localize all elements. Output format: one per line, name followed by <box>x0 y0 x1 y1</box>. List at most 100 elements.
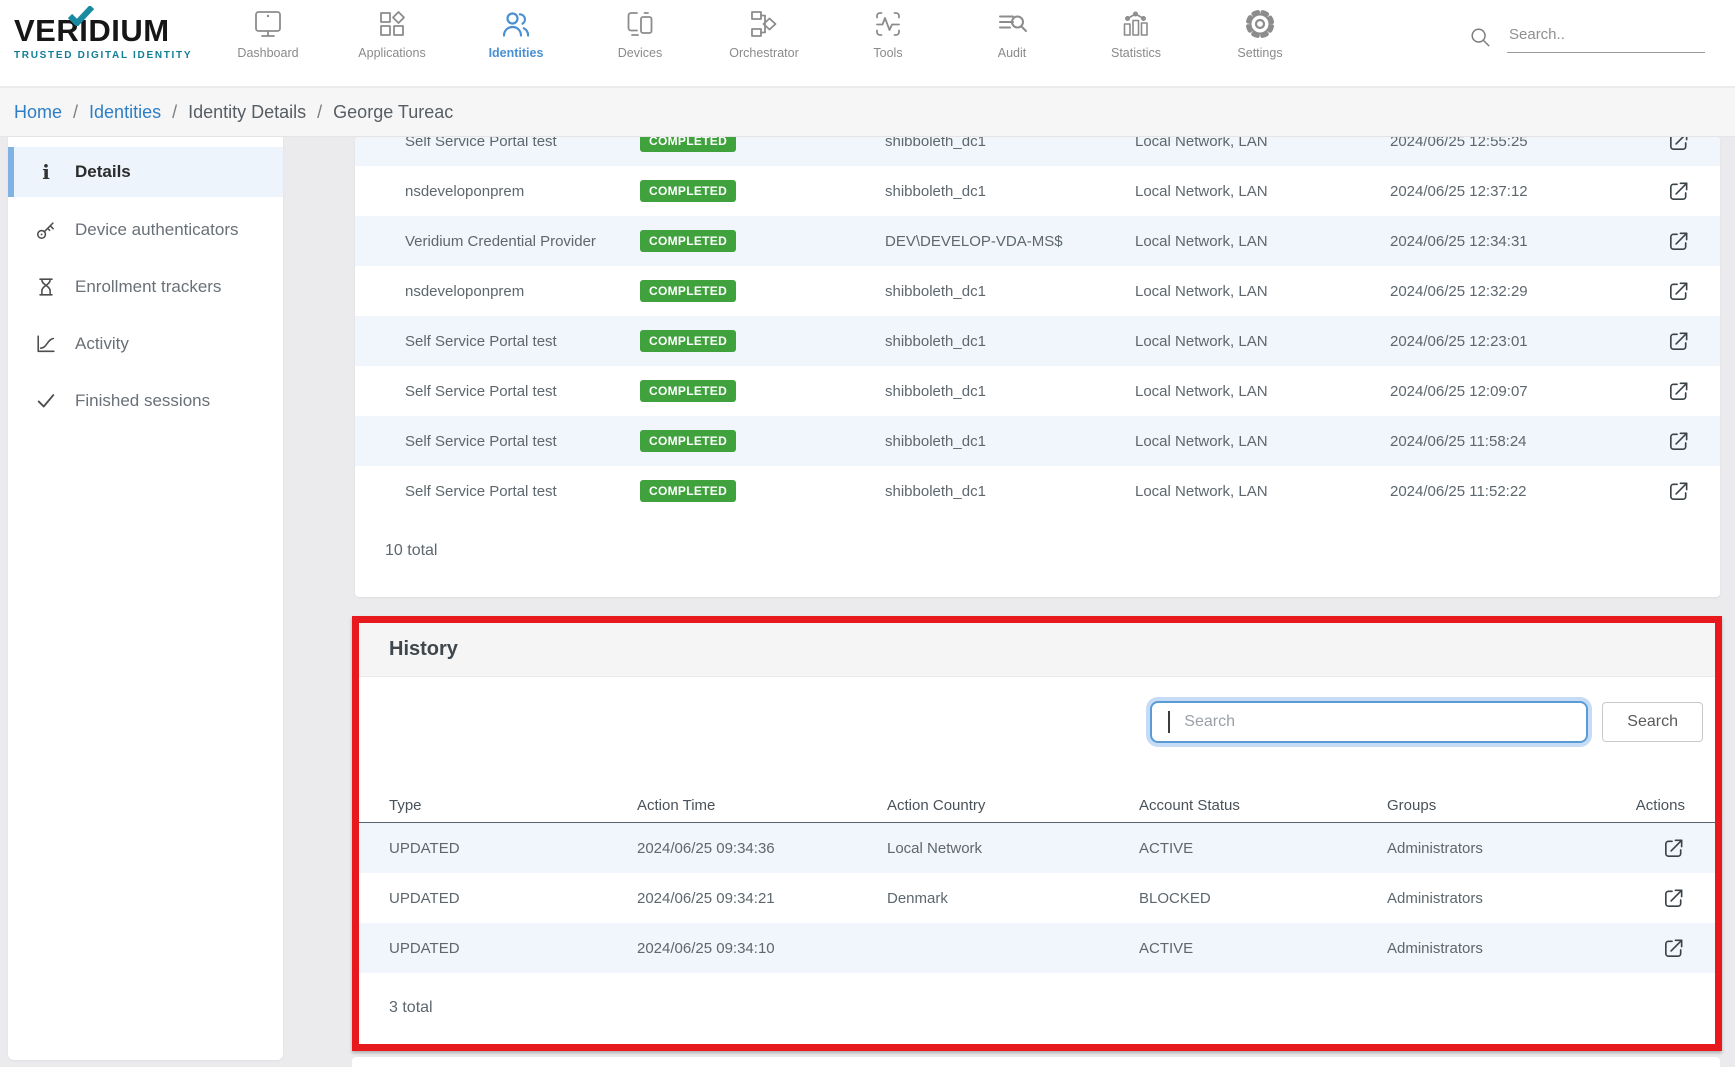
history-table: TypeAction TimeAction CountryAccount Sta… <box>359 789 1715 973</box>
status-badge: COMPLETED <box>640 230 736 252</box>
status-badge: COMPLETED <box>640 380 736 402</box>
history-column-action-time: Action Time <box>637 797 887 814</box>
history-account-status: ACTIVE <box>1139 840 1387 857</box>
devices-icon <box>624 7 656 41</box>
launch-icon[interactable] <box>1667 430 1690 453</box>
breadcrumb-item-home[interactable]: Home <box>14 102 62 123</box>
breadcrumb: Home/Identities/Identity Details/George … <box>0 88 1735 137</box>
tools-icon <box>872 7 904 41</box>
session-name: Veridium Credential Provider <box>405 233 640 250</box>
session-location: Local Network, LAN <box>1135 433 1390 450</box>
session-time: 2024/06/25 12:23:01 <box>1390 333 1656 350</box>
history-column-account-status: Account Status <box>1139 797 1387 814</box>
session-location: Local Network, LAN <box>1135 137 1390 150</box>
session-row: Self Service Portal test COMPLETED shibb… <box>355 137 1720 166</box>
nav-item-label: Applications <box>358 46 425 60</box>
sidebar-item-device-authenticators[interactable]: Device authenticators <box>8 201 283 258</box>
session-server: shibboleth_dc1 <box>885 383 1135 400</box>
session-name: Self Service Portal test <box>405 137 640 150</box>
session-status-cell: COMPLETED <box>640 180 885 202</box>
nav-item-tools[interactable]: Tools <box>826 7 950 60</box>
nav-item-audit[interactable]: Audit <box>950 7 1074 60</box>
sidebar-item-details[interactable]: i Details <box>8 147 283 197</box>
launch-icon[interactable] <box>1667 280 1690 303</box>
session-server: shibboleth_dc1 <box>885 433 1135 450</box>
applications-icon <box>376 7 408 41</box>
history-highlight-annotation: History Search TypeAction TimeAction Cou… <box>352 616 1722 1051</box>
dashboard-icon <box>252 7 284 41</box>
history-search-button[interactable]: Search <box>1602 702 1703 742</box>
launch-icon[interactable] <box>1667 330 1690 353</box>
global-search <box>1469 20 1705 53</box>
history-column-action-country: Action Country <box>887 797 1139 814</box>
session-status-cell: COMPLETED <box>640 380 885 402</box>
sidebar-item-label: Activity <box>75 334 129 354</box>
nav-item-identities[interactable]: Identities <box>454 7 578 60</box>
session-location: Local Network, LAN <box>1135 283 1390 300</box>
nav-item-applications[interactable]: Applications <box>330 7 454 60</box>
session-name: Self Service Portal test <box>405 333 640 350</box>
info-icon: i <box>34 162 58 182</box>
brand-tagline: TRUSTED DIGITAL IDENTITY <box>14 50 192 61</box>
launch-icon[interactable] <box>1667 137 1690 153</box>
orchestrator-icon <box>748 7 780 41</box>
check-icon <box>34 390 58 412</box>
status-badge: COMPLETED <box>640 137 736 152</box>
nav-item-label: Tools <box>873 46 902 60</box>
history-action-time: 2024/06/25 09:34:21 <box>637 890 887 907</box>
top-navigation-bar: VERIDIUM TRUSTED DIGITAL IDENTITY Dashbo… <box>0 0 1735 87</box>
history-row: UPDATED 2024/06/25 09:34:21 Denmark BLOC… <box>359 873 1715 923</box>
session-time: 2024/06/25 12:32:29 <box>1390 283 1656 300</box>
session-name: Self Service Portal test <box>405 383 640 400</box>
sessions-table: Self Service Portal test COMPLETED shibb… <box>355 137 1720 516</box>
nav-item-statistics[interactable]: Statistics <box>1074 7 1198 60</box>
history-search-input[interactable] <box>1152 703 1586 741</box>
nav-item-dashboard[interactable]: Dashboard <box>206 7 330 60</box>
sidebar-item-label: Device authenticators <box>75 220 238 240</box>
history-groups: Administrators <box>1387 840 1625 857</box>
launch-icon[interactable] <box>1667 480 1690 503</box>
session-row: Self Service Portal test COMPLETED shibb… <box>355 416 1720 466</box>
session-server: DEV\DEVELOP-VDA-MS$ <box>885 233 1135 250</box>
history-column-type: Type <box>389 797 637 814</box>
session-server: shibboleth_dc1 <box>885 483 1135 500</box>
identities-icon <box>500 7 532 41</box>
history-type: UPDATED <box>389 940 637 957</box>
history-table-rows: UPDATED 2024/06/25 09:34:36 Local Networ… <box>359 823 1715 973</box>
nav-item-label: Identities <box>489 46 544 60</box>
history-row: UPDATED 2024/06/25 09:34:10 ACTIVE Admin… <box>359 923 1715 973</box>
sidebar-item-activity[interactable]: Activity <box>8 315 283 372</box>
history-account-status: BLOCKED <box>1139 890 1387 907</box>
history-title: History <box>389 638 458 661</box>
veridium-logo[interactable]: VERIDIUM TRUSTED DIGITAL IDENTITY <box>14 15 192 61</box>
session-row: Veridium Credential Provider COMPLETED D… <box>355 216 1720 266</box>
nav-item-settings[interactable]: Settings <box>1198 7 1322 60</box>
nav-item-label: Audit <box>998 46 1027 60</box>
breadcrumb-item-identity-details: Identity Details <box>188 102 306 123</box>
nav-item-devices[interactable]: Devices <box>578 7 702 60</box>
launch-icon[interactable] <box>1662 887 1685 910</box>
sidebar-item-enrollment-trackers[interactable]: Enrollment trackers <box>8 258 283 315</box>
history-row: UPDATED 2024/06/25 09:34:36 Local Networ… <box>359 823 1715 873</box>
nav-item-orchestrator[interactable]: Orchestrator <box>702 7 826 60</box>
sidebar-item-finished-sessions[interactable]: Finished sessions <box>8 372 283 429</box>
nav-item-label: Devices <box>618 46 662 60</box>
history-groups: Administrators <box>1387 890 1625 907</box>
session-time: 2024/06/25 11:52:22 <box>1390 483 1656 500</box>
status-badge: COMPLETED <box>640 480 736 502</box>
launch-icon[interactable] <box>1662 837 1685 860</box>
history-action-time: 2024/06/25 09:34:36 <box>637 840 887 857</box>
history-total: 3 total <box>389 999 1715 1017</box>
session-status-cell: COMPLETED <box>640 230 885 252</box>
launch-icon[interactable] <box>1667 380 1690 403</box>
finished-sessions-card: Self Service Portal test COMPLETED shibb… <box>355 137 1720 597</box>
launch-icon[interactable] <box>1662 937 1685 960</box>
global-search-input[interactable] <box>1507 20 1705 53</box>
primary-nav: Dashboard Applications Identities Device… <box>206 7 1322 60</box>
launch-icon[interactable] <box>1667 230 1690 253</box>
launch-icon[interactable] <box>1667 180 1690 203</box>
sidebar-item-label: Details <box>75 162 131 182</box>
breadcrumb-item-identities[interactable]: Identities <box>89 102 161 123</box>
session-location: Local Network, LAN <box>1135 333 1390 350</box>
history-column-groups: Groups <box>1387 797 1625 814</box>
